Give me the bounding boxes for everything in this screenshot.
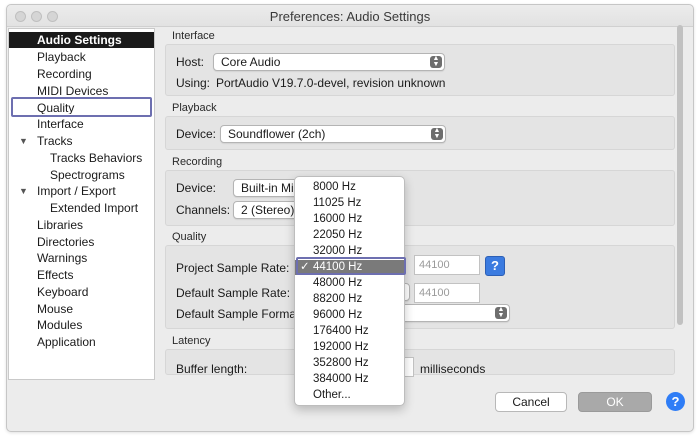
section-playback-title: Playback [172, 102, 217, 114]
section-latency-title: Latency [172, 335, 211, 347]
sidebar-item-playback[interactable]: Playback [37, 49, 86, 65]
menu-item-48000[interactable]: 48000 Hz [295, 276, 404, 291]
help-icon[interactable]: ? [666, 392, 685, 411]
default-format-popup[interactable]: ▲ ▼ [400, 304, 510, 322]
menu-item-32000[interactable]: 32000 Hz [295, 244, 404, 259]
sidebar-item-audio-settings[interactable]: Audio Settings [9, 32, 154, 48]
menu-item-8000[interactable]: 8000 Hz [295, 180, 404, 195]
quality-highlight-box [11, 97, 152, 117]
host-popup[interactable]: Core Audio ▲ ▼ [213, 53, 445, 71]
settings-scrollbar[interactable] [676, 23, 684, 375]
checkmark-icon: ✓ [300, 261, 310, 273]
menu-item-192000[interactable]: 192000 Hz [295, 340, 404, 355]
channels-popup[interactable]: 2 (Stereo) [233, 201, 303, 219]
project-rate-field[interactable]: 44100 [414, 255, 480, 275]
sidebar-item-spectrograms[interactable]: Spectrograms [50, 167, 125, 183]
sidebar-item-extended-import[interactable]: Extended Import [50, 200, 138, 216]
sidebar-item-warnings[interactable]: Warnings [37, 250, 87, 266]
chevron-updown-icon: ▲ ▼ [430, 55, 442, 68]
disclosure-triangle-icon[interactable]: ▼ [19, 133, 28, 149]
chevron-updown-icon: ▲ ▼ [431, 127, 443, 140]
sidebar-item-application[interactable]: Application [37, 334, 96, 350]
section-interface-title: Interface [172, 30, 215, 42]
using-label: Using: [176, 76, 211, 90]
sidebar-item-import-export[interactable]: Import / Export [37, 183, 116, 199]
sidebar-item-effects[interactable]: Effects [37, 267, 73, 283]
sidebar-item-mouse[interactable]: Mouse [37, 301, 73, 317]
sidebar-item-recording[interactable]: Recording [37, 66, 92, 82]
default-rate-label: Default Sample Rate: [176, 286, 291, 300]
project-rate-label: Project Sample Rate: [176, 261, 290, 275]
menu-item-88200[interactable]: 88200 Hz [295, 292, 404, 307]
playback-device-label: Device: [176, 127, 217, 141]
sidebar-item-interface[interactable]: Interface [37, 116, 84, 132]
menu-item-other[interactable]: Other... [295, 388, 404, 403]
using-value: PortAudio V19.7.0-devel, revision unknow… [216, 76, 446, 90]
disclosure-triangle-icon[interactable]: ▼ [19, 183, 28, 199]
sidebar-item-libraries[interactable]: Libraries [37, 217, 83, 233]
sidebar-item-directories[interactable]: Directories [37, 234, 94, 250]
menu-item-16000[interactable]: 16000 Hz [295, 212, 404, 227]
ok-button[interactable]: OK [578, 392, 652, 412]
sidebar-item-tracks[interactable]: Tracks [37, 133, 73, 149]
sample-rate-menu: 8000 Hz 11025 Hz 16000 Hz 22050 Hz 32000… [294, 176, 405, 406]
question-mark-icon[interactable]: ? [485, 256, 505, 276]
menu-item-44100[interactable]: ✓ 44100 Hz [295, 260, 404, 275]
playback-device-popup[interactable]: Soundflower (2ch) ▲ ▼ [220, 125, 446, 143]
menu-item-176400[interactable]: 176400 Hz [295, 324, 404, 339]
menu-item-11025[interactable]: 11025 Hz [295, 196, 404, 211]
sidebar-item-keyboard[interactable]: Keyboard [37, 284, 88, 300]
preferences-sidebar: Audio Settings Playback Recording MIDI D… [8, 28, 155, 380]
window-title: Preferences: Audio Settings [269, 9, 431, 24]
menu-item-44100-label: 44100 Hz [313, 261, 363, 273]
recording-device-label: Device: [176, 181, 217, 195]
sidebar-item-tracks-behaviors[interactable]: Tracks Behaviors [50, 150, 142, 166]
recording-device-popup[interactable]: Built-in Mi [233, 179, 303, 197]
sidebar-item-modules[interactable]: Modules [37, 317, 82, 333]
host-value: Core Audio [221, 55, 281, 69]
section-quality-title: Quality [172, 231, 207, 243]
menu-item-22050[interactable]: 22050 Hz [295, 228, 404, 243]
cancel-button[interactable]: Cancel [495, 392, 567, 412]
host-label: Host: [176, 55, 205, 69]
channels-label: Channels: [176, 203, 231, 217]
menu-item-352800[interactable]: 352800 Hz [295, 356, 404, 371]
menu-item-96000[interactable]: 96000 Hz [295, 308, 404, 323]
default-format-label: Default Sample Format [176, 307, 300, 321]
title-bar: Preferences: Audio Settings [7, 5, 693, 27]
buffer-unit-label: milliseconds [420, 362, 486, 376]
recording-device-value: Built-in Mi [241, 181, 294, 195]
chevron-updown-icon: ▲ ▼ [495, 306, 507, 319]
channels-value: 2 (Stereo) [241, 203, 295, 217]
menu-item-384000[interactable]: 384000 Hz [295, 372, 404, 387]
default-rate-field[interactable]: 44100 [414, 283, 480, 303]
section-recording-title: Recording [172, 156, 223, 168]
playback-device-value: Soundflower (2ch) [228, 127, 326, 141]
buffer-length-label: Buffer length: [176, 362, 248, 376]
scrollbar-thumb[interactable] [677, 25, 683, 325]
